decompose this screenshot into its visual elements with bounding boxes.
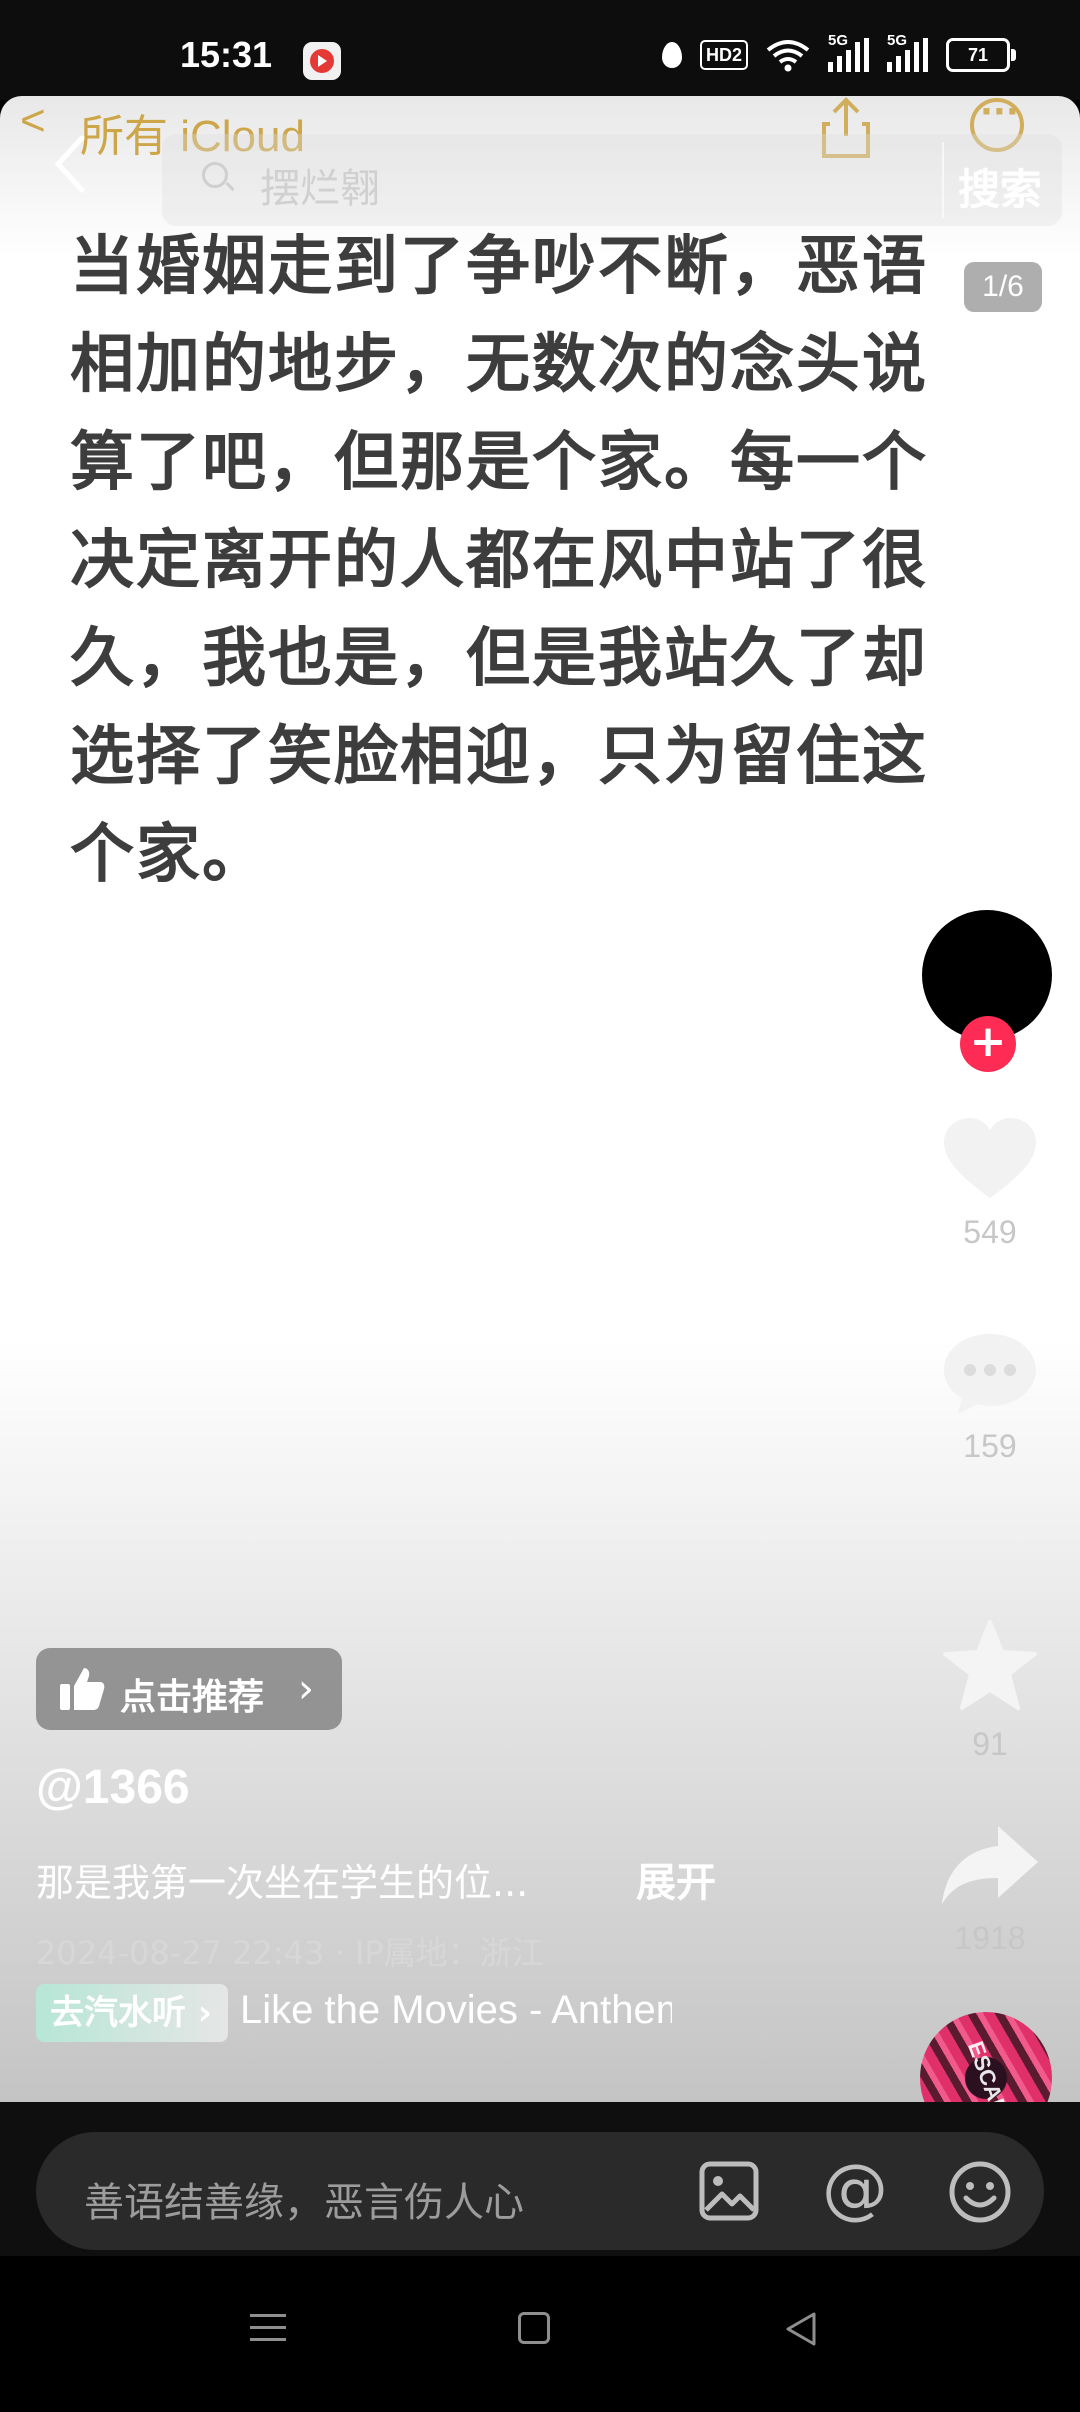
search-placeholder[interactable]: 摆烂翱 <box>260 156 380 214</box>
video-app-notification-icon <box>303 42 341 80</box>
at-icon[interactable]: @ <box>822 2150 888 2227</box>
follow-button[interactable]: + <box>960 1016 1016 1072</box>
status-icons: HD2 5G 5G 71 <box>661 32 1016 72</box>
hd-voice-badge: HD2 <box>699 40 748 70</box>
recommend-label: 点击推荐 <box>120 1677 265 1718</box>
video-content[interactable]: < 所有 iCloud 摆烂翱 搜索 1/6 当婚姻走到了争吵不断，恶语相加的地… <box>0 96 1080 2102</box>
status-time: 15:31 <box>180 34 273 75</box>
wifi-icon <box>766 38 810 72</box>
recommend-button[interactable]: 点击推荐 › <box>36 1648 342 1730</box>
image-icon[interactable] <box>698 2160 760 2226</box>
menu-icon[interactable] <box>250 2314 286 2350</box>
search-bar[interactable]: 摆烂翱 搜索 <box>162 134 1062 226</box>
home-icon[interactable] <box>518 2312 550 2344</box>
comment-button[interactable]: 159 <box>925 1330 1055 1465</box>
status-bar: 15:31 HD2 5G 5G 71 <box>0 0 1080 100</box>
notes-back-chevron-icon: < <box>20 96 46 145</box>
note-body-text: 当婚姻走到了争吵不断，恶语相加的地步，无数次的念头说算了吧，但那是个家。每一个决… <box>70 230 928 892</box>
data-saver-drop-icon <box>661 42 682 68</box>
music-app-tag[interactable]: 去汽水听 › <box>36 1984 228 2042</box>
share-button[interactable]: 1918 <box>925 1822 1055 1957</box>
back-button[interactable] <box>50 134 90 194</box>
post-description: 那是我第一次坐在学生的位... <box>36 1861 529 1905</box>
chevron-right-icon: › <box>298 1666 314 1712</box>
author-handle[interactable]: @1366 <box>36 1760 190 1815</box>
search-button[interactable]: 搜索 <box>938 156 1062 217</box>
thumbs-up-icon <box>58 1666 106 1721</box>
like-heart-icon <box>944 1118 1036 1198</box>
post-timestamp-location: 2024-08-27 22:43 · IP属地：浙江 <box>36 1934 544 1972</box>
share-arrow-icon <box>942 1826 1038 1904</box>
battery-indicator: 71 <box>946 38 1016 72</box>
cellular-signal-1-icon: 5G <box>828 32 869 72</box>
image-page-indicator: 1/6 <box>964 262 1042 312</box>
cellular-signal-2-icon: 5G <box>887 32 928 72</box>
favorite-count: 91 <box>972 1726 1008 1762</box>
emoji-icon[interactable] <box>948 2160 1012 2228</box>
music-title[interactable]: Like the Movies - Anthem <box>240 1988 672 2033</box>
comment-count: 159 <box>963 1428 1017 1464</box>
search-icon <box>202 162 228 188</box>
comment-placeholder[interactable]: 善语结善缘，恶言伤人心 <box>84 2170 524 2228</box>
comment-input[interactable]: 善语结善缘，恶言伤人心 @ <box>36 2132 1044 2250</box>
back-triangle-icon[interactable] <box>784 2310 818 2352</box>
system-nav-bar <box>0 2256 1080 2412</box>
favorite-star-icon <box>943 1620 1037 1710</box>
comment-bubble-icon <box>944 1334 1036 1414</box>
comment-bar: 善语结善缘，恶言伤人心 @ <box>0 2102 1080 2256</box>
expand-button[interactable]: 展开 <box>636 1850 716 1908</box>
favorite-button[interactable]: 91 <box>925 1618 1055 1763</box>
share-count: 1918 <box>954 1920 1026 1956</box>
like-button[interactable]: 549 <box>925 1116 1055 1251</box>
like-count: 549 <box>963 1214 1017 1250</box>
